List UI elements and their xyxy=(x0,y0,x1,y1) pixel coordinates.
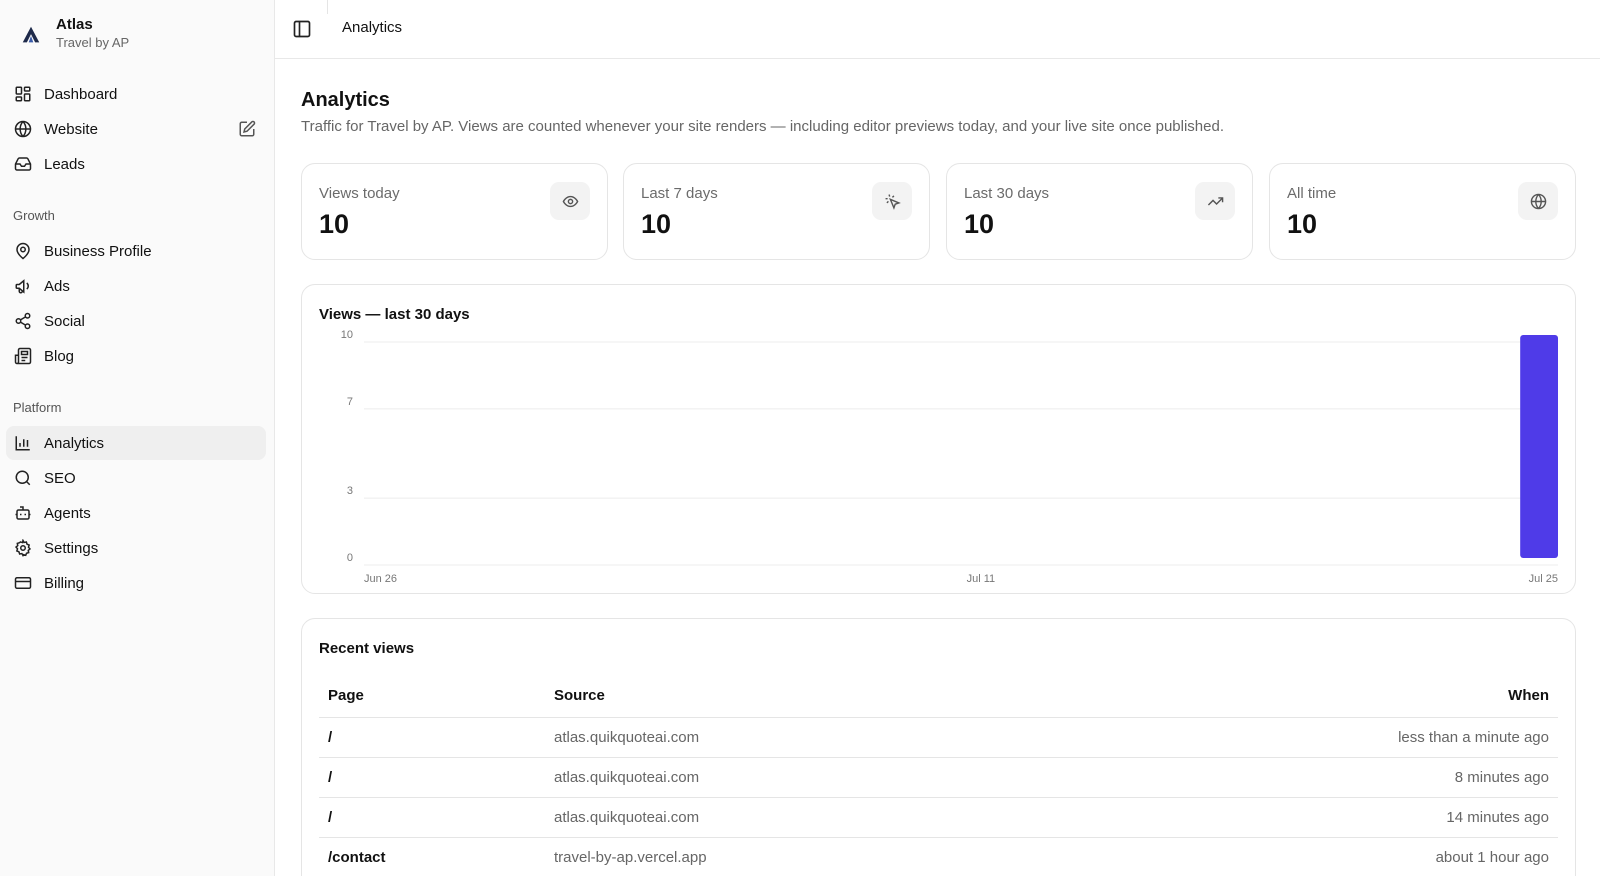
sidebar-item-dashboard[interactable]: Dashboard xyxy=(6,77,266,111)
sidebar-item-label: Social xyxy=(44,312,85,330)
chart-bar xyxy=(1520,335,1558,558)
stat-value: 10 xyxy=(1287,209,1318,239)
atlas-logo-icon xyxy=(22,26,40,43)
bot-icon xyxy=(14,504,32,522)
y-tick-label: 7 xyxy=(347,396,353,408)
sidebar-item-label: SEO xyxy=(44,469,76,487)
brand[interactable]: Atlas Travel by AP xyxy=(20,15,129,51)
row-source: atlas.quikquoteai.com xyxy=(545,757,1054,798)
megaphone-icon xyxy=(14,277,32,295)
sidebar-item-blog[interactable]: Blog xyxy=(6,339,266,373)
row-when: 14 minutes ago xyxy=(1053,797,1558,838)
column-header-when: When xyxy=(1053,675,1558,718)
brand-name: Atlas xyxy=(56,16,93,33)
dashboard-icon xyxy=(14,85,32,103)
recent-views-title: Recent views xyxy=(319,640,415,657)
sidebar-item-label: Ads xyxy=(44,277,70,295)
y-tick-label: 0 xyxy=(347,552,353,564)
x-tick-label: Jul 25 xyxy=(1529,573,1558,585)
table-header-row: Page Source When xyxy=(319,675,1558,718)
sidebar: Atlas Travel by AP Dashboard Website Lea… xyxy=(0,0,275,876)
y-tick-label: 10 xyxy=(341,329,353,341)
stat-label: All time xyxy=(1287,185,1337,202)
stat-card-all-time: All time 10 xyxy=(1269,163,1576,260)
bar-chart-icon xyxy=(14,434,32,452)
recent-views-card: Recent views Page Source When / atlas.qu… xyxy=(301,618,1576,876)
sidebar-item-label: Website xyxy=(44,120,98,138)
stat-value: 10 xyxy=(641,209,672,239)
eye-icon xyxy=(550,182,590,220)
sidebar-item-leads[interactable]: Leads xyxy=(6,147,266,181)
sidebar-item-label: Agents xyxy=(44,504,91,522)
pointer-click-icon xyxy=(872,182,912,220)
map-pin-icon xyxy=(14,242,32,260)
sidebar-item-label: Dashboard xyxy=(44,85,118,103)
table-row[interactable]: / atlas.quikquoteai.com 14 minutes ago xyxy=(319,797,1558,838)
stat-label: Views today xyxy=(319,185,400,202)
sidebar-item-analytics[interactable]: Analytics xyxy=(6,426,266,460)
sidebar-item-label: Settings xyxy=(44,539,99,557)
x-tick-label: Jul 11 xyxy=(967,573,996,585)
column-header-page: Page xyxy=(319,675,545,718)
share-icon xyxy=(14,312,32,330)
growth-heading: Growth xyxy=(13,208,55,223)
row-page: / xyxy=(319,717,545,758)
table-row[interactable]: /contact travel-by-ap.vercel.app about 1… xyxy=(319,837,1558,876)
table-row[interactable]: / atlas.quikquoteai.com less than a minu… xyxy=(319,717,1558,758)
recent-views-table: Page Source When / atlas.quikquoteai.com… xyxy=(319,675,1558,876)
sidebar-item-label: Blog xyxy=(44,347,75,365)
views-chart-card: Views — last 30 days 0 3 7 10 Jun 26 Jul 11 Ju… xyxy=(301,284,1576,594)
row-source: atlas.quikquoteai.com xyxy=(545,717,1054,758)
row-source: atlas.quikquoteai.com xyxy=(545,797,1054,838)
sidebar-item-label: Business Profile xyxy=(44,242,152,260)
table-row[interactable]: / atlas.quikquoteai.com 8 minutes ago xyxy=(319,757,1558,798)
newspaper-icon xyxy=(14,347,32,365)
brand-subtitle: Travel by AP xyxy=(56,35,130,50)
stat-label: Last 30 days xyxy=(964,185,1050,202)
sidebar-item-label: Billing xyxy=(44,574,85,592)
page-subtitle: Traffic for Travel by AP. Views are coun… xyxy=(301,118,1224,135)
stat-card-last-7-days: Last 7 days 10 xyxy=(623,163,930,260)
views-bar-chart: 0 3 7 10 Jun 26 Jul 11 Jul 25 xyxy=(341,329,1558,585)
gear-icon xyxy=(14,539,32,557)
row-page: / xyxy=(319,797,545,838)
sidebar-item-settings[interactable]: Settings xyxy=(6,531,266,565)
sidebar-item-website[interactable]: Website xyxy=(6,112,266,146)
top-bar: Analytics xyxy=(275,0,1600,59)
trending-up-icon xyxy=(1195,182,1235,220)
row-source: travel-by-ap.vercel.app xyxy=(545,837,1054,876)
stat-card-last-30-days: Last 30 days 10 xyxy=(946,163,1253,260)
platform-heading: Platform xyxy=(13,400,62,415)
credit-card-icon xyxy=(14,574,32,592)
sidebar-item-seo[interactable]: SEO xyxy=(6,461,266,495)
search-icon xyxy=(14,469,32,487)
stat-value: 10 xyxy=(319,209,350,239)
sidebar-item-label: Analytics xyxy=(44,434,105,452)
column-header-source: Source xyxy=(545,675,1054,718)
stat-value: 10 xyxy=(964,209,995,239)
stat-card-views-today: Views today 10 xyxy=(301,163,608,260)
topbar-divider xyxy=(327,0,328,14)
breadcrumb: Analytics xyxy=(342,19,403,36)
x-tick-label: Jun 26 xyxy=(364,573,397,585)
row-page: / xyxy=(319,757,545,798)
row-page: /contact xyxy=(319,837,545,876)
page-title: Analytics xyxy=(301,89,390,111)
sidebar-item-business-profile[interactable]: Business Profile xyxy=(6,234,266,268)
sidebar-item-billing[interactable]: Billing xyxy=(6,566,266,600)
sidebar-item-social[interactable]: Social xyxy=(6,304,266,338)
sidebar-item-agents[interactable]: Agents xyxy=(6,496,266,530)
row-when: about 1 hour ago xyxy=(1053,837,1558,876)
sidebar-toggle-icon[interactable] xyxy=(292,19,312,39)
sidebar-item-ads[interactable]: Ads xyxy=(6,269,266,303)
edit-icon[interactable] xyxy=(238,120,256,138)
row-when: 8 minutes ago xyxy=(1053,757,1558,798)
sidebar-item-label: Leads xyxy=(44,155,85,173)
globe-icon xyxy=(1518,182,1558,220)
stat-label: Last 7 days xyxy=(641,185,718,202)
globe-icon xyxy=(14,120,32,138)
y-tick-label: 3 xyxy=(347,485,353,497)
row-when: less than a minute ago xyxy=(1053,717,1558,758)
inbox-icon xyxy=(14,155,32,173)
